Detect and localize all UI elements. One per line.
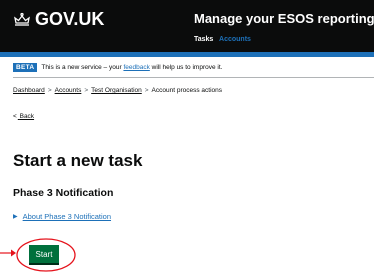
service-name[interactable]: Manage your ESOS reporting xyxy=(194,11,374,26)
phase-text-before: This is a new service – your xyxy=(41,64,122,71)
govuk-logo-link[interactable]: GOV.UK xyxy=(13,9,104,30)
phase-text-after: will help us to improve it. xyxy=(151,64,223,71)
section-heading: Phase 3 Notification xyxy=(13,187,114,199)
nav-item-tasks[interactable]: Tasks xyxy=(194,36,213,43)
breadcrumb-current: Account process actions xyxy=(151,87,222,94)
phase-tag: BETA xyxy=(13,63,38,72)
triangle-right-icon: ▶ xyxy=(13,214,18,220)
breadcrumb-dashboard[interactable]: Dashboard xyxy=(13,87,45,94)
page-title: Start a new task xyxy=(13,151,143,170)
phase-divider xyxy=(13,77,374,78)
breadcrumb-separator: > xyxy=(47,87,52,94)
crown-icon xyxy=(14,12,30,26)
phase-banner: BETA This is a new service – your feedba… xyxy=(13,63,374,72)
annotation-arrowhead xyxy=(11,249,16,257)
breadcrumb: Dashboard > Accounts > Test Organisation > Acc… xyxy=(13,87,222,94)
annotation-highlight xyxy=(0,238,76,272)
feedback-link[interactable]: feedback xyxy=(123,64,149,71)
breadcrumb-accounts[interactable]: Accounts xyxy=(55,87,82,94)
chevron-left-icon: < xyxy=(13,113,17,120)
breadcrumb-separator: > xyxy=(144,87,149,94)
header-blue-bar xyxy=(0,52,374,57)
logo-text: GOV.UK xyxy=(35,9,105,29)
start-button[interactable]: Start xyxy=(29,245,59,263)
back-link-label: Back xyxy=(19,113,35,120)
header-nav: Tasks Accounts xyxy=(194,36,255,43)
breadcrumb-organisation[interactable]: Test Organisation xyxy=(91,87,142,94)
details-summary-link[interactable]: About Phase 3 Notification xyxy=(23,212,111,221)
nav-item-accounts[interactable]: Accounts xyxy=(219,36,251,43)
site-header: GOV.UK Manage your ESOS reporting Tasks … xyxy=(0,0,374,52)
back-link[interactable]: < Back xyxy=(13,113,34,120)
details-toggle[interactable]: ▶ About Phase 3 Notification xyxy=(13,212,111,221)
breadcrumb-separator: > xyxy=(84,87,89,94)
